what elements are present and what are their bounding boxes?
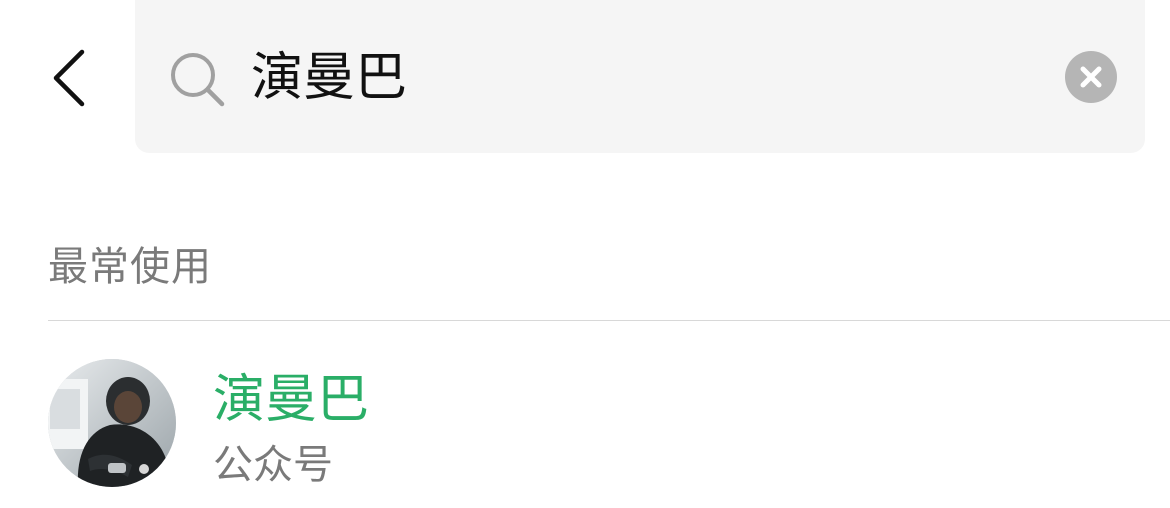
search-bar — [135, 0, 1145, 153]
result-item[interactable]: 演曼巴 公众号 — [0, 321, 1170, 508]
avatar — [48, 359, 176, 487]
back-button[interactable] — [40, 38, 100, 118]
search-input[interactable] — [251, 40, 1051, 116]
clear-icon — [1080, 66, 1102, 88]
section-header: 最常使用 — [48, 244, 212, 290]
result-title: 演曼巴 — [213, 370, 370, 430]
result-subtitle: 公众号 — [213, 442, 333, 488]
search-icon — [171, 53, 225, 107]
clear-button[interactable] — [1065, 51, 1117, 103]
chevron-left-icon — [53, 49, 85, 107]
